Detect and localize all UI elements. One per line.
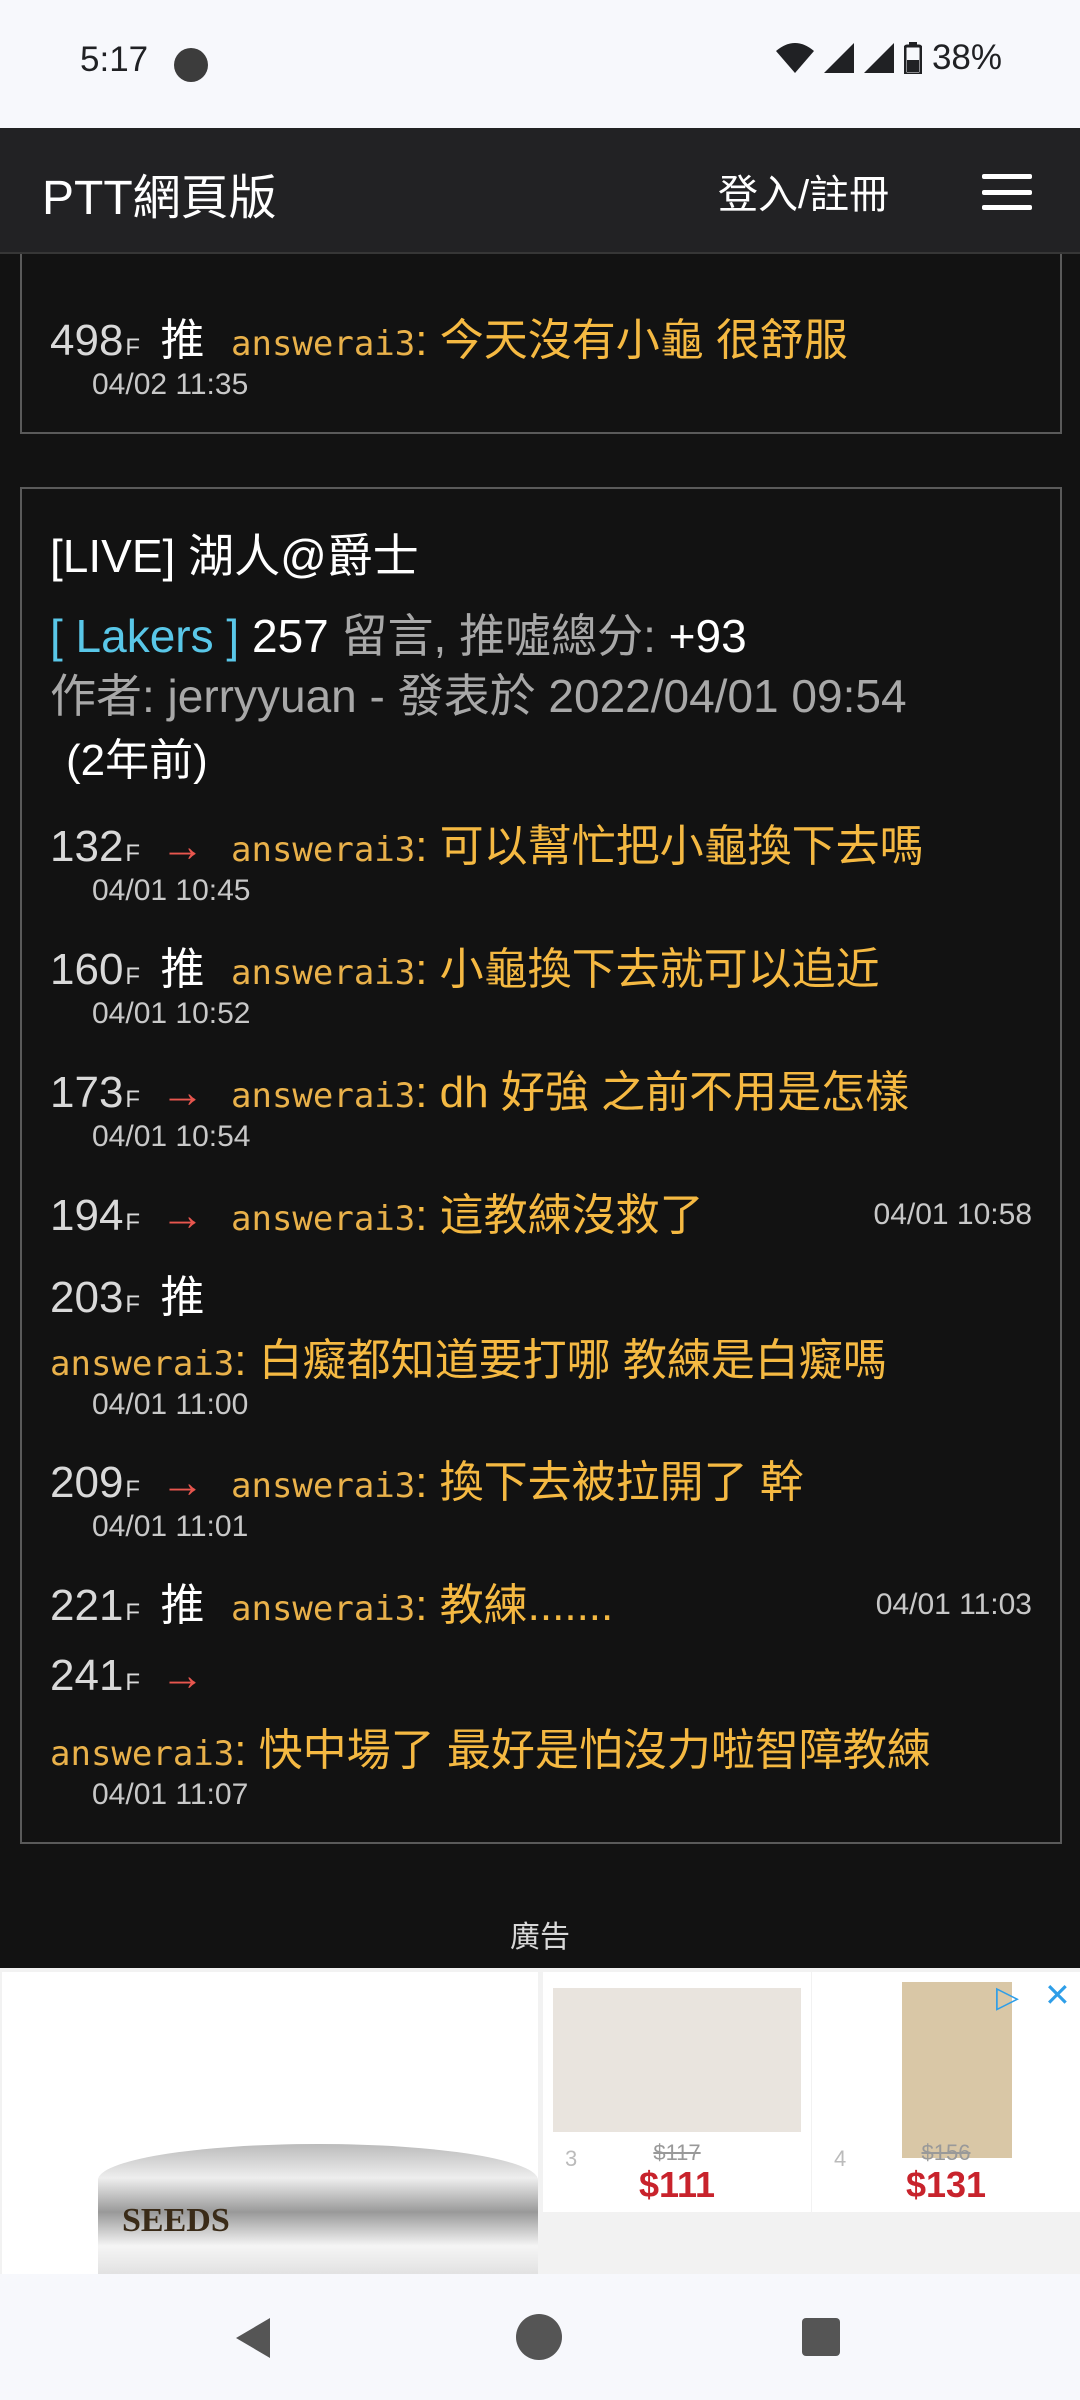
- ad-banner[interactable]: SEEDS 3 $117 $111 4 $156 $131 ▷ ✕: [0, 1968, 1080, 2274]
- comment-floor: 173F: [50, 1068, 141, 1117]
- status-time: 5:17: [80, 40, 149, 79]
- ad-product[interactable]: 3 $117 $111: [543, 1972, 811, 2212]
- arrow-tag: →: [160, 1458, 205, 1507]
- login-register-link[interactable]: 登入/註冊: [718, 162, 889, 220]
- push-tag: 推: [160, 316, 205, 365]
- comment-body: answerai3: 白癡都知道要打哪 教練是白癡嗎: [50, 1324, 887, 1388]
- comment-count-label: 留言, 推噓總分:: [341, 610, 656, 662]
- wifi-icon: [775, 43, 814, 73]
- arrow-tag: →: [160, 822, 205, 871]
- comment-user[interactable]: answerai3: [231, 953, 415, 993]
- new-price: $131: [905, 2164, 987, 2205]
- comment-floor: 221F: [50, 1581, 141, 1630]
- post-meta: [ Lakers ] 257 留言, 推噓總分: +93: [50, 600, 747, 666]
- comment-text: : 換下去被拉開了 幹: [415, 1458, 804, 1507]
- comment-text: : 小龜換下去就可以追近: [415, 945, 880, 994]
- comment-text: : 這教練沒救了: [415, 1191, 704, 1240]
- arrow-tag: →: [160, 1191, 205, 1240]
- status-bar: 5:17 38%: [0, 0, 1080, 128]
- comment-row: 160F 推 answerai3: 小龜換下去就可以追近: [50, 933, 880, 997]
- comment-text: : 白癡都知道要打哪 教練是白癡嗎: [234, 1336, 887, 1385]
- comment-row: 132F → answerai3: 可以幫忙把小龜換下去嗎: [50, 810, 924, 874]
- adchoices-icon[interactable]: ▷: [996, 1980, 1019, 2015]
- comment-count: 257: [251, 610, 329, 662]
- battery-percent: 38%: [931, 38, 1002, 77]
- comment-user[interactable]: answerai3: [231, 1589, 415, 1629]
- comment-text: : 快中場了 最好是怕沒力啦智障教練: [234, 1726, 931, 1775]
- battery-icon: [903, 42, 922, 74]
- ad-main-product[interactable]: SEEDS: [2, 1972, 538, 2274]
- comment-floor: 132F: [50, 822, 141, 871]
- comment-text: : 教練.......: [415, 1581, 614, 1630]
- old-price: $117: [653, 2140, 701, 2165]
- comment-row: 209F → answerai3: 換下去被拉開了 幹: [50, 1446, 804, 1510]
- comment-user[interactable]: answerai3: [231, 1199, 415, 1239]
- comment-time: 04/01 11:07: [92, 1778, 249, 1811]
- comment-row: 173F → answerai3: dh 好強 之前不用是怎樣: [50, 1056, 909, 1120]
- comment-body: answerai3: 快中場了 最好是怕沒力啦智障教練: [50, 1714, 931, 1778]
- comment-text: : 可以幫忙把小龜換下去嗎: [415, 822, 924, 871]
- post-author: 作者: jerryyuan - 發表於 2022/04/01 09:54: [50, 670, 907, 722]
- comment-text: : dh 好強 之前不用是怎樣: [415, 1068, 910, 1117]
- signal-icon-2: [863, 43, 894, 73]
- comment-floor: 498F: [50, 316, 141, 365]
- comment-floor: 209F: [50, 1458, 141, 1507]
- navigation-bar: [0, 2274, 1080, 2400]
- comment-floor: 194F: [50, 1191, 141, 1240]
- comment-row: 221F 推 answerai3: 教練.......: [50, 1569, 613, 1633]
- ad-label: 廣告: [510, 1921, 570, 1954]
- arrow-tag: →: [160, 1651, 205, 1700]
- comment-time: 04/01 10:45: [92, 874, 251, 907]
- comment-floor: 160F: [50, 945, 141, 994]
- arrow-tag: →: [160, 1068, 205, 1117]
- comment-row: 241F →: [50, 1651, 205, 1701]
- comment-time: 04/02 11:35: [92, 368, 249, 401]
- comment-row: 203F 推: [50, 1261, 205, 1325]
- comment-floor: 203F: [50, 1273, 141, 1322]
- ad-product[interactable]: 4 $156 $131: [812, 1972, 1080, 2212]
- comment-time: 04/01 11:01: [92, 1510, 249, 1543]
- recents-icon[interactable]: [802, 2318, 840, 2356]
- comment-floor: 241F: [50, 1651, 141, 1700]
- app-bar: PTT網頁版 登入/註冊: [0, 128, 1080, 254]
- back-icon[interactable]: [236, 2318, 270, 2358]
- product-image: [553, 1988, 801, 2132]
- comment-row: 498F 推 answerai3: 今天沒有小龜 很舒服: [50, 304, 848, 368]
- old-price: $156: [921, 2140, 971, 2165]
- comment-time: 04/01 11:03: [875, 1588, 1032, 1621]
- comment-text: 今天沒有小龜 很舒服: [427, 316, 848, 365]
- comment-user[interactable]: answerai3: [231, 324, 415, 364]
- comment-time: 04/01 11:00: [92, 1388, 249, 1421]
- post-score: +93: [668, 610, 747, 662]
- comment-user[interactable]: answerai3: [231, 1076, 415, 1116]
- comment-row: 194F → answerai3: 這教練沒救了: [50, 1179, 704, 1243]
- home-icon[interactable]: [516, 2314, 562, 2360]
- signal-icon: [823, 43, 854, 73]
- brand-text: SEEDS: [122, 2202, 230, 2239]
- comment-user[interactable]: answerai3: [231, 1466, 415, 1506]
- comment-time: 04/01 10:58: [873, 1198, 1032, 1231]
- push-tag: 推: [160, 1273, 205, 1322]
- push-tag: 推: [160, 945, 205, 994]
- comment-sep: :: [415, 316, 428, 365]
- comment-user[interactable]: answerai3: [50, 1344, 234, 1384]
- close-icon[interactable]: ✕: [1044, 1976, 1071, 2014]
- new-price: $111: [638, 2164, 716, 2205]
- status-indicators: 38%: [775, 38, 1002, 78]
- board-tag[interactable]: [ Lakers ]: [50, 610, 239, 662]
- menu-icon[interactable]: [982, 174, 1032, 210]
- push-tag: 推: [160, 1581, 205, 1630]
- comment-time: 04/01 10:52: [92, 997, 251, 1030]
- comment-user[interactable]: answerai3: [50, 1734, 234, 1774]
- comment-time: 04/01 10:54: [92, 1120, 251, 1153]
- messenger-icon: [174, 48, 208, 82]
- site-title[interactable]: PTT網頁版: [42, 158, 277, 228]
- post-ago: (2年前): [66, 736, 208, 785]
- comment-user[interactable]: answerai3: [231, 830, 415, 870]
- post-title[interactable]: [LIVE] 湖人@爵士: [50, 520, 419, 586]
